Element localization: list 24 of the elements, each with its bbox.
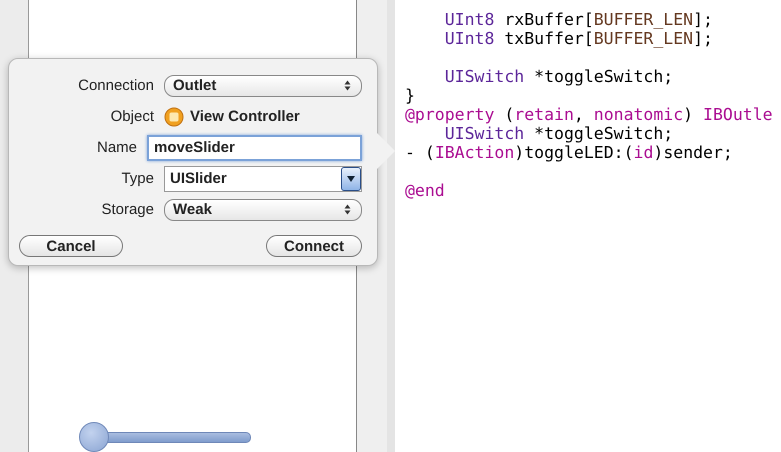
code-line: UInt8 txBuffer[BUFFER_LEN]; bbox=[444, 29, 713, 48]
field-label: Object bbox=[110, 108, 155, 125]
stepper-arrows-icon bbox=[344, 80, 351, 91]
stepper-arrows-icon bbox=[344, 204, 351, 215]
code-line: } bbox=[405, 86, 415, 105]
name-field[interactable]: moveSlider bbox=[147, 134, 362, 160]
popover-button[interactable]: Cancel bbox=[19, 235, 123, 257]
field-label: Type bbox=[120, 170, 155, 187]
code-line: UISwitch *toggleSwitch; bbox=[444, 67, 674, 86]
popup-button[interactable]: Weak bbox=[164, 198, 362, 220]
popover-button[interactable]: Connect bbox=[266, 235, 362, 257]
code-line: @property (retain, nonatomic) IBOutle bbox=[405, 105, 773, 124]
field-label: Connection bbox=[77, 77, 155, 94]
object-name: View Controller bbox=[190, 108, 300, 125]
combo-box[interactable]: UISlider bbox=[164, 166, 362, 192]
slider[interactable] bbox=[79, 422, 251, 452]
code-line: - (IBAction)toggleLED:(id)sender; bbox=[405, 143, 733, 162]
code-line: UInt8 rxBuffer[BUFFER_LEN]; bbox=[444, 10, 713, 29]
field-label: Name bbox=[96, 139, 138, 156]
field-label: Storage bbox=[100, 201, 155, 218]
popup-button[interactable]: Outlet bbox=[164, 74, 362, 96]
dropdown-caret-icon bbox=[347, 176, 355, 182]
code-line: UISwitch *toggleSwitch; bbox=[444, 124, 674, 143]
code-line: @end bbox=[405, 181, 445, 200]
